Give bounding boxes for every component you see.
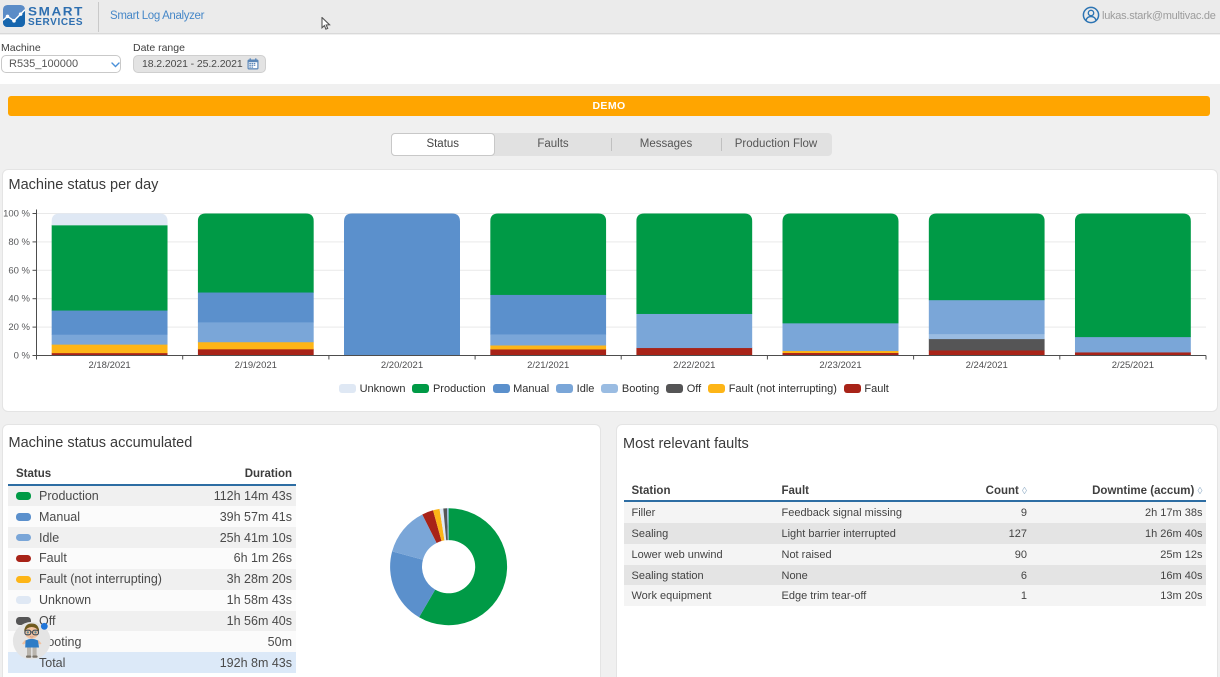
svg-text:100 %: 100 % [3, 209, 30, 220]
svg-text:2/18/2021: 2/18/2021 [88, 360, 130, 371]
svg-text:2/25/2021: 2/25/2021 [1112, 360, 1154, 371]
svg-text:40 %: 40 % [8, 294, 30, 305]
svg-text:2/19/2021: 2/19/2021 [235, 360, 277, 371]
svg-text:2/21/2021: 2/21/2021 [527, 360, 569, 371]
svg-text:2/23/2021: 2/23/2021 [819, 360, 861, 371]
svg-text:80 %: 80 % [8, 237, 30, 248]
svg-text:2/22/2021: 2/22/2021 [673, 360, 715, 371]
svg-text:20 %: 20 % [8, 322, 30, 333]
svg-text:60 %: 60 % [8, 265, 30, 276]
svg-text:2/20/2021: 2/20/2021 [381, 360, 423, 371]
svg-text:0 %: 0 % [14, 351, 31, 362]
svg-text:2/24/2021: 2/24/2021 [966, 360, 1008, 371]
